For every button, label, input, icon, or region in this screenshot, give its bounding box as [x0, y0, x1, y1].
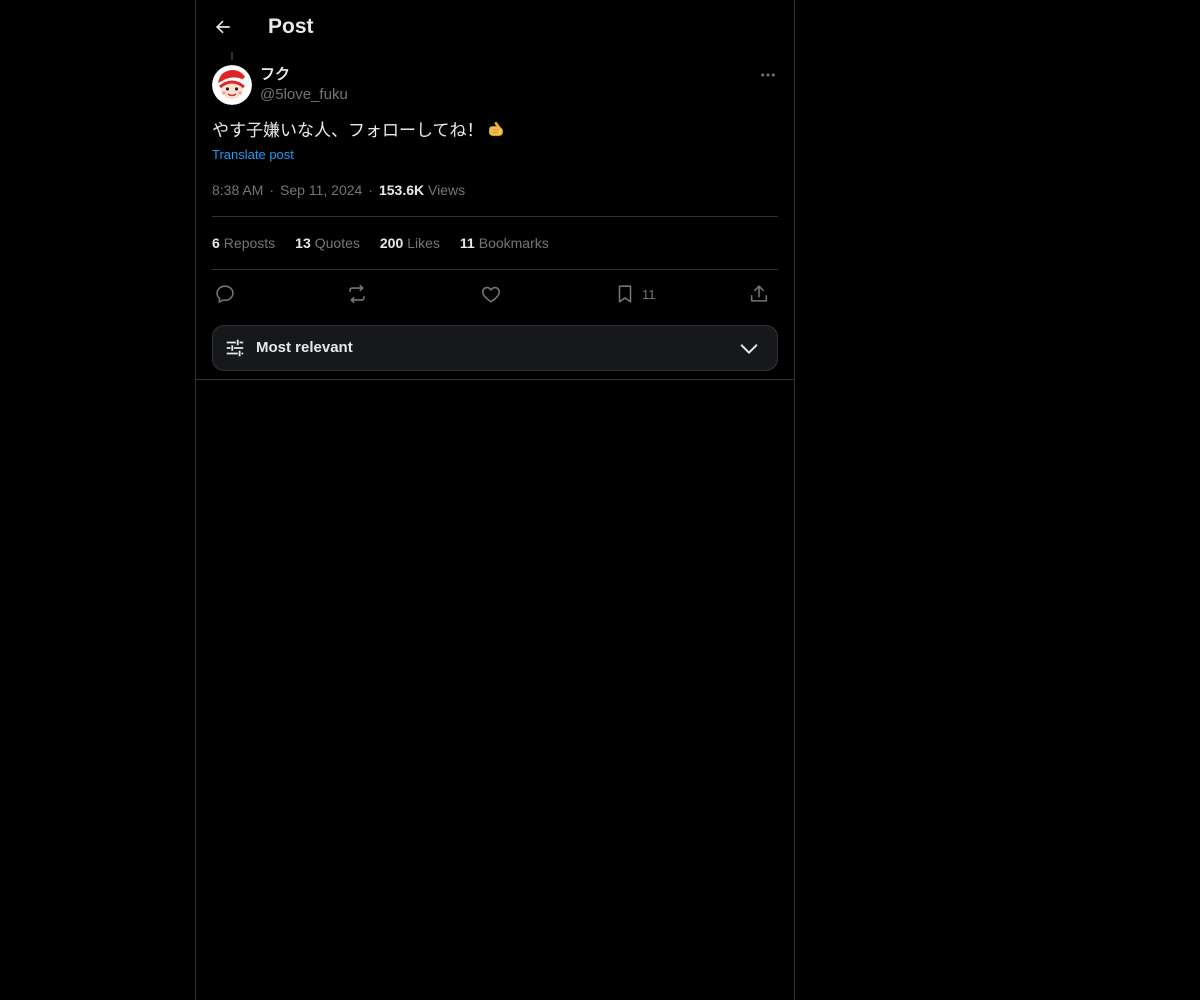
views-count: 153.6K [378, 182, 425, 198]
like-button[interactable] [480, 280, 502, 308]
bookmark-button[interactable]: 11 [614, 280, 656, 308]
stat-likes[interactable]: 200 Likes [380, 233, 440, 253]
engagement-stats: 6 Reposts 13 Quotes 200 Likes 11 Bookmarks [212, 233, 549, 253]
primary-column: Post フク @5love_fuku やす子嫌いな人、フォローしてね！ Tra… [195, 0, 795, 1000]
meta-separator: · [368, 182, 373, 198]
page-title: Post [268, 15, 314, 38]
chevron-down-icon [740, 344, 758, 354]
reply-icon [216, 285, 234, 304]
share-icon [750, 285, 768, 302]
bookmark-icon [618, 285, 632, 303]
back-button[interactable] [208, 12, 238, 42]
avatar[interactable] [212, 65, 252, 105]
repost-icon [349, 284, 365, 304]
section-divider [196, 379, 794, 380]
bookmark-count: 11 [642, 286, 656, 302]
post-metadata: 8:38 AM · Sep 11, 2024 · 153.6K Views [212, 180, 465, 200]
arrow-left-icon [215, 20, 230, 34]
post-text-content: やす子嫌いな人、フォローしてね！ [212, 121, 484, 140]
pointing-hand-emoji [488, 121, 503, 137]
divider [212, 269, 778, 270]
stat-bookmarks[interactable]: 11 Bookmarks [460, 233, 549, 253]
heart-icon [481, 286, 501, 303]
divider [212, 216, 778, 217]
sliders-icon [226, 339, 244, 357]
meta-separator: · [269, 182, 275, 198]
more-options-button[interactable] [756, 66, 780, 84]
post-date[interactable]: Sep 11, 2024 [280, 182, 362, 198]
post-time[interactable]: 8:38 AM [212, 182, 263, 198]
repost-button[interactable] [346, 280, 368, 308]
page-header: Post [196, 0, 794, 53]
santa-face-avatar [212, 65, 252, 105]
translate-post-link[interactable]: Translate post [212, 146, 294, 164]
views-label: Views [428, 182, 466, 198]
sort-label: Most relevant [256, 339, 353, 356]
author-handle[interactable]: @5love_fuku [260, 85, 348, 105]
author-display-name[interactable]: フク [260, 65, 290, 85]
stat-quotes[interactable]: 13 Quotes [295, 233, 360, 253]
reply-sort-dropdown[interactable]: Most relevant [212, 325, 778, 371]
post-text: やす子嫌いな人、フォローしてね！ [212, 119, 506, 143]
more-horizontal-icon [761, 73, 775, 77]
share-button[interactable] [748, 280, 770, 308]
thread-connector-line [231, 52, 233, 60]
stat-reposts[interactable]: 6 Reposts [212, 233, 275, 253]
action-bar: 11 [212, 280, 778, 308]
reply-button[interactable] [214, 280, 236, 308]
